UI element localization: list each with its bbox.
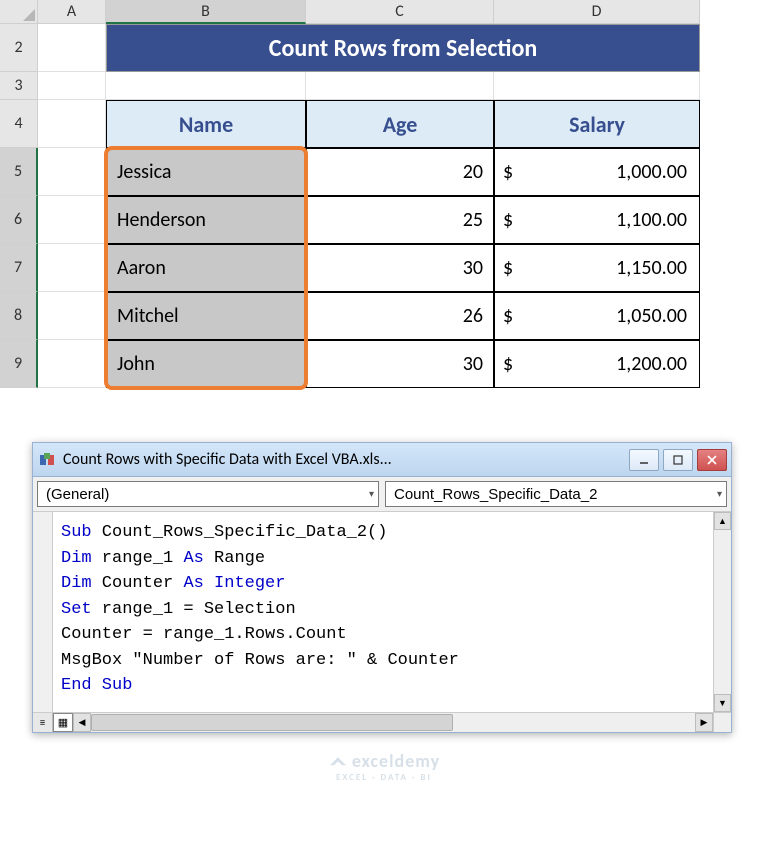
scroll-down-icon[interactable]: ▼ <box>714 694 731 712</box>
cell-A7[interactable] <box>38 244 106 292</box>
chevron-down-icon: ▾ <box>717 489 722 500</box>
amount: 1,050.00 <box>616 304 687 328</box>
cell-A8[interactable] <box>38 292 106 340</box>
vba-gutter <box>33 512 53 712</box>
row-header-7[interactable]: 7 <box>0 244 38 292</box>
vba-proc-value: Count_Rows_Specific_Data_2 <box>394 486 597 503</box>
cell-C3[interactable] <box>306 72 494 100</box>
vba-window: Count Rows with Specific Data with Excel… <box>32 442 732 733</box>
amount: 1,200.00 <box>616 352 687 376</box>
vba-title-text: Count Rows with Specific Data with Excel… <box>63 450 625 469</box>
currency: $ <box>503 256 513 280</box>
currency: $ <box>503 208 513 232</box>
minimize-button[interactable] <box>629 449 659 471</box>
cell-age-3[interactable]: 26 <box>306 292 494 340</box>
cell-name-4[interactable]: John <box>106 340 306 388</box>
cell-name-3[interactable]: Mitchel <box>106 292 306 340</box>
header-age[interactable]: Age <box>306 100 494 148</box>
cell-A5[interactable] <box>38 148 106 196</box>
cell-name-2[interactable]: Aaron <box>106 244 306 292</box>
header-salary[interactable]: Salary <box>494 100 700 148</box>
watermark-tag: EXCEL · DATA · BI <box>336 772 432 783</box>
scroll-up-icon[interactable]: ▲ <box>714 512 731 530</box>
scroll-right-icon[interactable]: ▶ <box>695 713 713 732</box>
vba-app-icon <box>37 450 57 470</box>
cell-sal-2[interactable]: $1,150.00 <box>494 244 700 292</box>
amount: 1,100.00 <box>616 208 687 232</box>
cell-B3[interactable] <box>106 72 306 100</box>
cell-D3[interactable] <box>494 72 700 100</box>
vba-code-editor[interactable]: Sub Count_Rows_Specific_Data_2() Dim ran… <box>53 512 713 712</box>
row-header-4[interactable]: 4 <box>0 100 38 148</box>
vba-titlebar[interactable]: Count Rows with Specific Data with Excel… <box>33 443 731 477</box>
row-header-6[interactable]: 6 <box>0 196 38 244</box>
cell-sal-3[interactable]: $1,050.00 <box>494 292 700 340</box>
cell-A2[interactable] <box>38 24 106 72</box>
cell-A6[interactable] <box>38 196 106 244</box>
row-header-3[interactable]: 3 <box>0 72 38 100</box>
header-name[interactable]: Name <box>106 100 306 148</box>
vba-object-value: (General) <box>46 486 109 503</box>
cell-sal-1[interactable]: $1,100.00 <box>494 196 700 244</box>
vba-scroll-vertical[interactable]: ▲ ▼ <box>713 512 731 712</box>
vba-resize-grip[interactable] <box>713 713 731 732</box>
amount: 1,150.00 <box>616 256 687 280</box>
currency: $ <box>503 352 513 376</box>
cell-age-0[interactable]: 20 <box>306 148 494 196</box>
scroll-thumb[interactable] <box>91 714 453 731</box>
cell-A9[interactable] <box>38 340 106 388</box>
cell-sal-4[interactable]: $1,200.00 <box>494 340 700 388</box>
title-banner[interactable]: Count Rows from Selection <box>106 24 700 72</box>
watermark-brand: exceldemy <box>352 750 440 772</box>
cell-name-1[interactable]: Henderson <box>106 196 306 244</box>
watermark: exceldemy EXCEL · DATA · BI <box>0 750 768 783</box>
vba-view-full[interactable]: ▦ <box>53 713 73 732</box>
amount: 1,000.00 <box>616 160 687 184</box>
cell-A4[interactable] <box>38 100 106 148</box>
col-header-C[interactable]: C <box>306 0 494 24</box>
currency: $ <box>503 160 513 184</box>
row-header-8[interactable]: 8 <box>0 292 38 340</box>
scroll-left-icon[interactable]: ◀ <box>73 713 91 732</box>
maximize-button[interactable] <box>663 449 693 471</box>
cell-age-1[interactable]: 25 <box>306 196 494 244</box>
cell-name-0[interactable]: Jessica <box>106 148 306 196</box>
scroll-track-h[interactable] <box>91 713 695 732</box>
row-header-2[interactable]: 2 <box>0 24 38 72</box>
vba-object-dropdown[interactable]: (General) ▾ <box>37 481 379 507</box>
scroll-track-v[interactable] <box>714 530 731 694</box>
logo-icon <box>328 754 348 770</box>
chevron-down-icon: ▾ <box>369 489 374 500</box>
currency: $ <box>503 304 513 328</box>
vba-proc-dropdown[interactable]: Count_Rows_Specific_Data_2 ▾ <box>385 481 727 507</box>
cell-age-4[interactable]: 30 <box>306 340 494 388</box>
cell-A3[interactable] <box>38 72 106 100</box>
spreadsheet: A B C D 2 Count Rows from Selection 3 4 … <box>0 0 768 388</box>
cell-age-2[interactable]: 30 <box>306 244 494 292</box>
cell-sal-0[interactable]: $1,000.00 <box>494 148 700 196</box>
row-header-5[interactable]: 5 <box>0 148 38 196</box>
col-header-D[interactable]: D <box>494 0 700 24</box>
vba-view-procedure[interactable]: ≡ <box>33 713 53 732</box>
col-header-A[interactable]: A <box>38 0 106 24</box>
row-header-9[interactable]: 9 <box>0 340 38 388</box>
close-button[interactable] <box>697 449 727 471</box>
vba-scroll-horizontal[interactable]: ◀ ▶ <box>73 713 713 732</box>
select-all-corner[interactable] <box>0 0 38 24</box>
col-header-B[interactable]: B <box>106 0 306 24</box>
